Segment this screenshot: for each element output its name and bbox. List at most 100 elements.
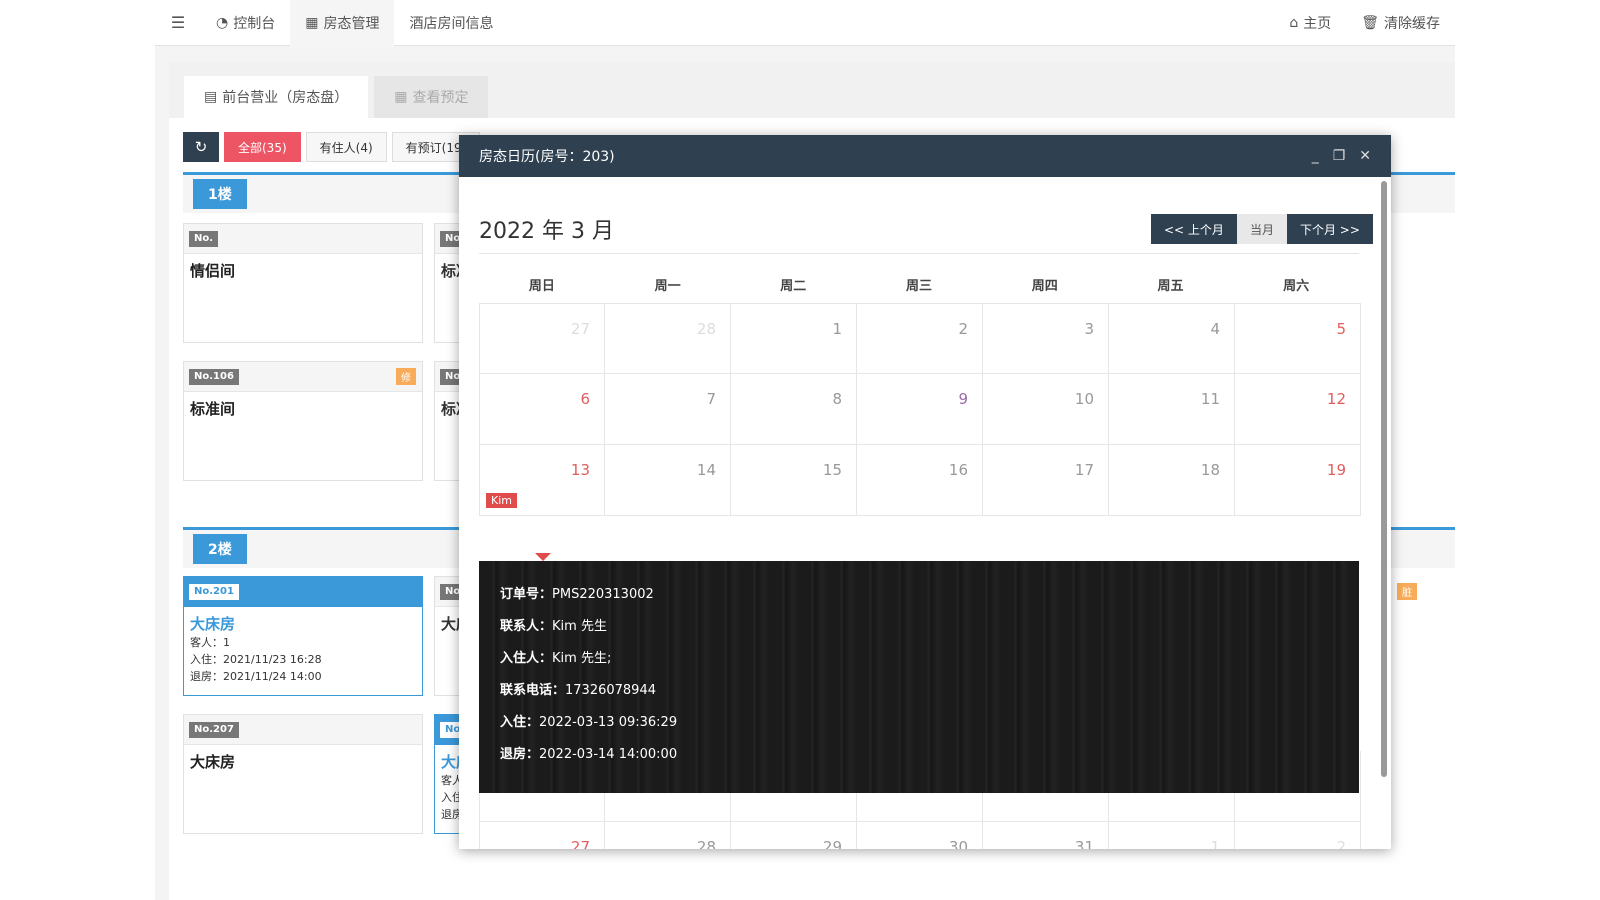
room-card-selected[interactable]: No.201 大床房 客人：1 入住：2021/11/23 16:28 退房：2… [183,576,423,696]
calendar-day-cell[interactable]: 17 [983,445,1109,516]
calendar-day-number: 17 [1074,461,1094,479]
calendar-day-cell[interactable]: 7 [605,374,731,445]
calendar-day-cell[interactable]: 28 [605,822,731,849]
calendar-day-number: 7 [706,390,716,408]
filter-occupied-button[interactable]: 有住人(4) [305,132,387,162]
popover-checkin-row: 入住：2022-03-13 09:36:29 [500,715,678,730]
calendar-day-cell[interactable]: 19 [1235,445,1361,516]
nav-dashboard[interactable]: ◔ 控制台 [201,0,290,46]
calendar-day-number: 15 [822,461,842,479]
calendar-day-cell[interactable]: 31 [983,822,1109,849]
home-icon: ⌂ [1289,14,1299,31]
tab-front-desk[interactable]: ▤ 前台营业（房态盘） [184,76,369,118]
calendar-day-cell[interactable]: 27 [479,303,605,374]
calendar-day-number: 1 [832,320,842,338]
room-checkout: 退房：2021/11/24 14:00 [190,670,322,683]
room-card[interactable]: No.106 修 标准间 [183,361,423,481]
calendar-day-cell[interactable]: 4 [1109,303,1235,374]
calendar-day-cell[interactable]: 16 [857,445,983,516]
checkout-time: 2022-03-14 14:00:00 [539,747,678,762]
calendar-icon: ▦ [394,89,408,105]
tab-front-desk-label: 前台营业（房态盘） [222,90,349,106]
nav-home-label: 主页 [1303,15,1332,32]
weekday-label: 周四 [1031,279,1058,294]
room-type: 大床房 [190,753,236,771]
modal-scrollbar[interactable] [1381,181,1387,777]
calendar-day-number: 14 [696,461,716,479]
room-card[interactable]: No. 情侣间 [183,223,423,343]
calendar-day-cell[interactable]: 30 [857,822,983,849]
calendar-day-number: 1 [1210,838,1220,849]
calendar-day-cell[interactable]: 15 [731,445,857,516]
document-icon: ▤ [204,89,218,105]
modal-body: 2022 年 3 月 << 上个月 当月 下个月 >> 周日 周一 周二 周三 … [459,177,1391,849]
calendar-day-cell[interactable]: 13 Kim [479,445,605,516]
room-type: 大床房 [190,615,236,633]
calendar-day-cell[interactable]: 28 [605,303,731,374]
calendar-day-cell[interactable]: 27 [479,822,605,849]
nav-room-status-label: 房态管理 [323,15,380,32]
current-month-button[interactable]: 当月 [1236,214,1287,244]
checkin-time: 2022-03-13 09:36:29 [539,715,678,730]
calendar-day-cell[interactable]: 10 [983,374,1109,445]
calendar-day-number: 29 [822,838,842,849]
nav-dashboard-label: 控制台 [233,15,276,32]
divider [479,253,1359,254]
room-number-badge: No. [189,231,219,247]
calendar-nav: << 上个月 当月 下个月 >> [1151,214,1373,244]
room-number-badge: No.207 [189,722,239,738]
calendar-day-number: 28 [696,320,716,338]
calendar-day-cell[interactable]: 9 [857,374,983,445]
room-number-badge: No.106 [189,369,239,385]
room-calendar-modal: 房态日历(房号：203) _ ❐ ✕ 2022 年 3 月 << 上个月 当月 … [459,135,1391,849]
calendar-day-cell[interactable]: 2 [857,303,983,374]
room-number-badge: No.201 [189,584,239,600]
menu-toggle-icon[interactable]: ☰ [155,0,201,46]
prev-month-button[interactable]: << 上个月 [1151,214,1237,244]
weekday-label: 周二 [780,279,807,294]
close-icon[interactable]: ✕ [1359,148,1371,164]
weekday-header: 周日 周一 周二 周三 周四 周五 周六 [479,275,1359,294]
nav-room-status[interactable]: ▦ 房态管理 [290,0,395,46]
filter-all-button[interactable]: 全部(35) [224,132,301,162]
calendar-day-cell[interactable]: 29 [731,822,857,849]
calendar-day-cell[interactable]: 3 [983,303,1109,374]
calendar-day-cell[interactable]: 5 [1235,303,1361,374]
calendar-day-cell[interactable]: 1 [731,303,857,374]
calendar-day-cell[interactable]: 12 [1235,374,1361,445]
tab-reservations[interactable]: ▦ 查看预定 [374,76,489,118]
calendar-day-number: 27 [570,838,590,849]
nav-clear-cache[interactable]: 🗑 清除缓存 [1346,0,1455,46]
refresh-button[interactable]: ↻ [183,132,219,162]
dashboard-icon: ◔ [216,14,229,31]
calendar-month-title: 2022 年 3 月 [479,219,614,244]
calendar-day-cell[interactable]: 2 [1235,822,1361,849]
popover-guest-row: 入住人：Kim 先生; [500,651,612,666]
calendar-day-cell[interactable]: 11 [1109,374,1235,445]
next-month-button[interactable]: 下个月 >> [1286,214,1373,244]
top-navbar: ☰ ◔ 控制台 ▦ 房态管理 酒店房间信息 ⌂ 主页 🗑 清除缓存 [155,0,1455,46]
order-number: PMS220313002 [552,587,654,602]
nav-home[interactable]: ⌂ 主页 [1274,0,1346,46]
calendar-day-number: 27 [570,320,590,338]
tab-reservations-label: 查看预定 [412,90,469,106]
weekday-label: 周六 [1283,279,1310,294]
nav-hotel-rooms[interactable]: 酒店房间信息 [394,0,508,46]
maximize-icon[interactable]: ❐ [1333,148,1346,164]
calendar-day-number: 28 [696,838,716,849]
calendar-day-cell[interactable]: 1 [1109,822,1235,849]
calendar-day-cell[interactable]: 6 [479,374,605,445]
minimize-icon[interactable]: _ [1312,148,1319,164]
weekday-label: 周日 [528,279,555,294]
nav-clear-cache-label: 清除缓存 [1384,15,1440,32]
modal-header: 房态日历(房号：203) _ ❐ ✕ [459,135,1391,177]
room-guests: 客人：1 [190,636,230,649]
room-card[interactable]: No.207 大床房 [183,714,423,834]
booking-popover: 订单号：PMS220313002 联系人：Kim 先生 入住人：Kim 先生; … [479,553,1359,793]
calendar-day-cell[interactable]: 18 [1109,445,1235,516]
calendar-day-cell[interactable]: 8 [731,374,857,445]
contact-phone: 17326078944 [565,683,656,698]
calendar-day-cell[interactable]: 14 [605,445,731,516]
calendar-day-number: 12 [1326,390,1346,408]
booking-tag[interactable]: Kim [486,493,517,508]
